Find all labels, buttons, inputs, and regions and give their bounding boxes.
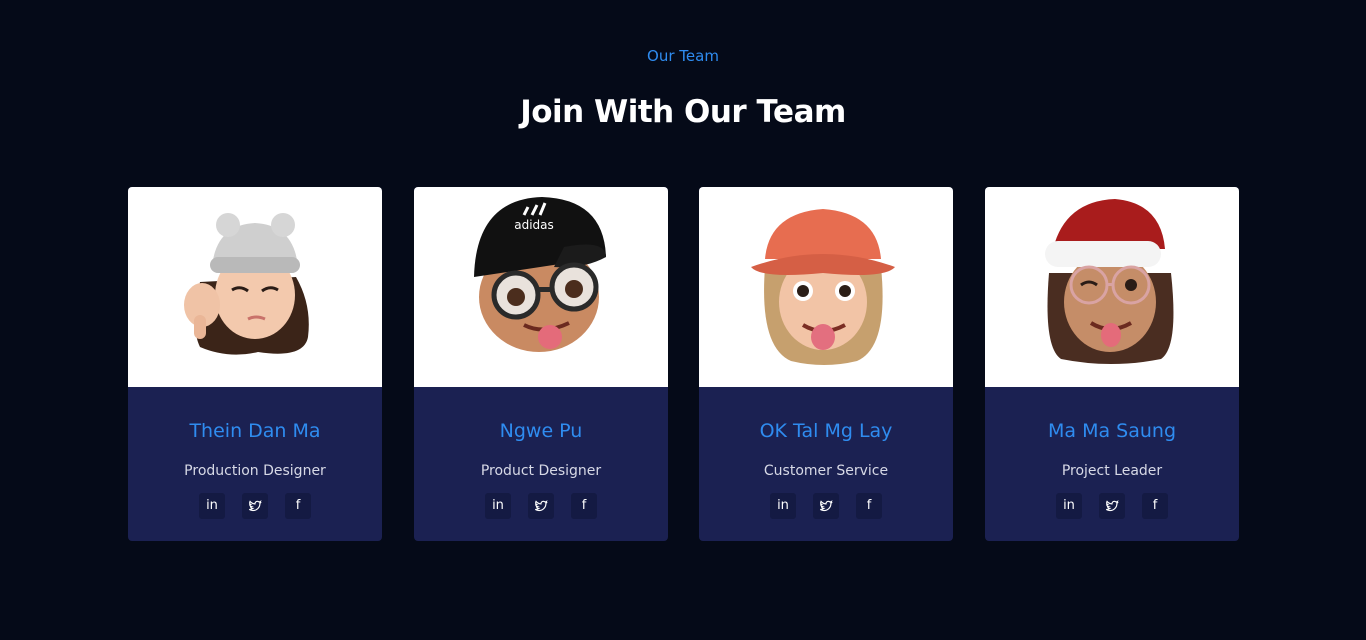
- avatar-memoji-bucket-hat: [751, 209, 895, 365]
- member-role: Project Leader: [1061, 463, 1163, 479]
- team-card-2: adidas Ngwe Pu Product Designer in f: [414, 187, 668, 541]
- social-links: in f: [199, 493, 311, 519]
- linkedin-icon[interactable]: in: [1056, 493, 1082, 519]
- facebook-label: f: [581, 498, 587, 513]
- twitter-bird-icon: [248, 500, 262, 512]
- twitter-icon[interactable]: [242, 493, 268, 519]
- member-name[interactable]: Ngwe Pu: [414, 419, 668, 443]
- facebook-label: f: [1152, 498, 1158, 513]
- twitter-bird-icon: [1105, 500, 1119, 512]
- member-name[interactable]: Thein Dan Ma: [128, 419, 382, 443]
- cap-logo-text: adidas: [514, 218, 554, 232]
- twitter-icon[interactable]: [1099, 493, 1125, 519]
- facebook-icon[interactable]: f: [571, 493, 597, 519]
- avatar-memoji-beanie: [184, 213, 309, 355]
- twitter-bird-icon: [534, 500, 548, 512]
- team-photo-1: [128, 187, 382, 387]
- member-role: Product Designer: [480, 463, 602, 479]
- twitter-icon[interactable]: [813, 493, 839, 519]
- linkedin-icon[interactable]: in: [485, 493, 511, 519]
- linkedin-label: in: [1063, 498, 1075, 513]
- facebook-label: f: [295, 498, 301, 513]
- linkedin-label: in: [206, 498, 218, 513]
- member-role: Production Designer: [184, 463, 326, 479]
- twitter-bird-icon: [819, 500, 833, 512]
- team-photo-2: adidas: [414, 187, 668, 387]
- section-eyebrow: Our Team: [647, 47, 719, 65]
- linkedin-label: in: [777, 498, 789, 513]
- avatar-memoji-cap: adidas: [474, 197, 606, 352]
- avatar-memoji-santa-hat: [1045, 199, 1174, 364]
- section-title: Join With Our Team: [520, 94, 846, 130]
- social-links: in f: [1056, 493, 1168, 519]
- team-card-4: Ma Ma Saung Project Leader in f: [985, 187, 1239, 541]
- team-photo-3: [699, 187, 953, 387]
- facebook-label: f: [866, 498, 872, 513]
- team-section: Our Team Join With Our Team Thein Dan Ma…: [0, 0, 1366, 640]
- team-cards: Thein Dan Ma Production Designer in f ad…: [128, 187, 1239, 541]
- linkedin-icon[interactable]: in: [770, 493, 796, 519]
- member-role: Customer Service: [763, 463, 889, 479]
- team-card-1: Thein Dan Ma Production Designer in f: [128, 187, 382, 541]
- social-links: in f: [770, 493, 882, 519]
- social-links: in f: [485, 493, 597, 519]
- facebook-icon[interactable]: f: [285, 493, 311, 519]
- linkedin-icon[interactable]: in: [199, 493, 225, 519]
- member-name[interactable]: OK Tal Mg Lay: [699, 419, 953, 443]
- linkedin-label: in: [492, 498, 504, 513]
- team-photo-4: [985, 187, 1239, 387]
- facebook-icon[interactable]: f: [856, 493, 882, 519]
- team-card-3: OK Tal Mg Lay Customer Service in f: [699, 187, 953, 541]
- facebook-icon[interactable]: f: [1142, 493, 1168, 519]
- member-name[interactable]: Ma Ma Saung: [985, 419, 1239, 443]
- twitter-icon[interactable]: [528, 493, 554, 519]
